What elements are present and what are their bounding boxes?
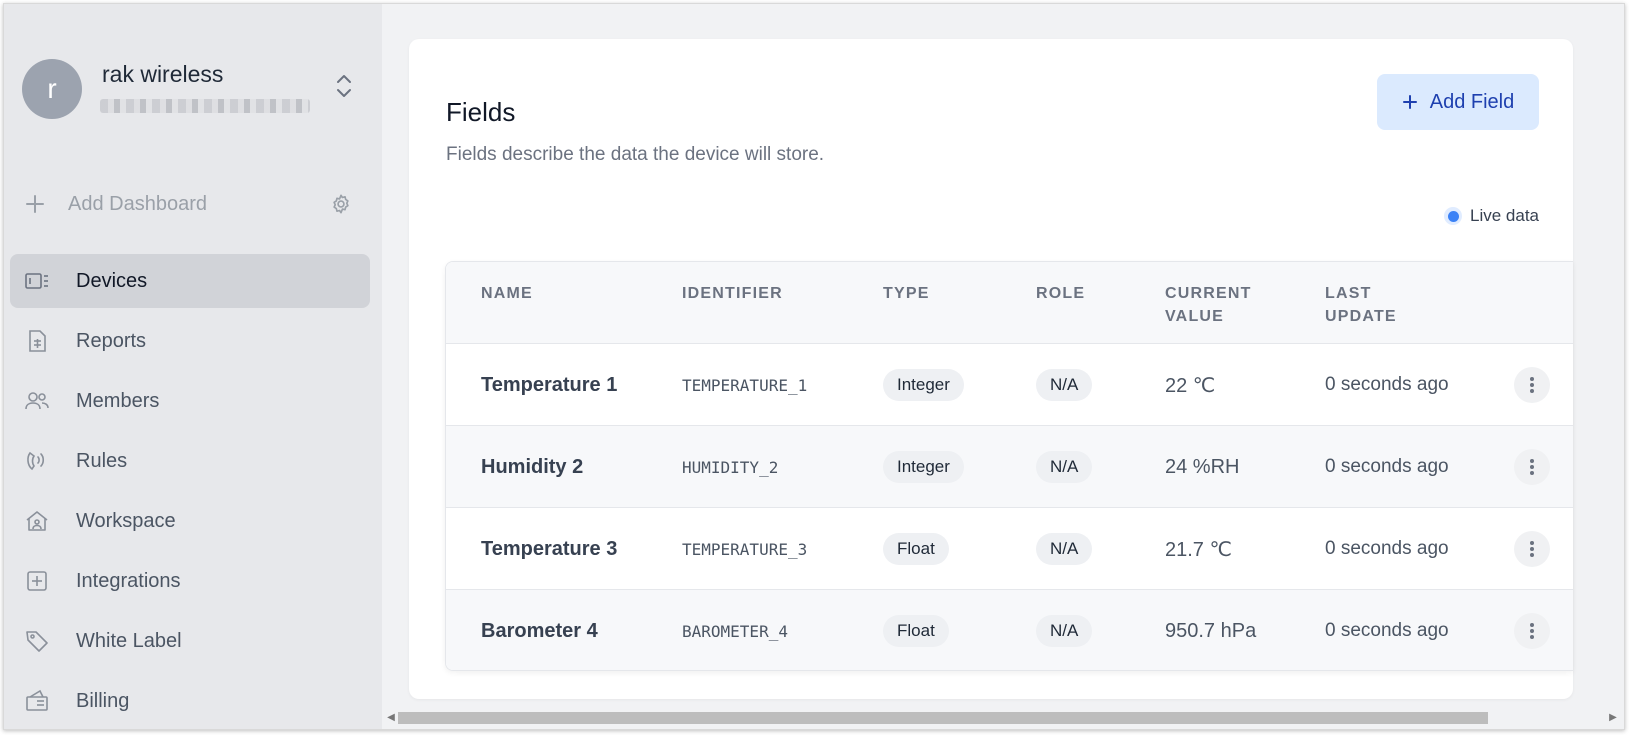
table-header: NAME IDENTIFIER TYPE ROLE CURRENT VALUE …: [446, 262, 1573, 344]
sidebar-item-white-label[interactable]: White Label: [10, 614, 370, 668]
table-row[interactable]: Temperature 1 TEMPERATURE_1 Integer N/A …: [446, 344, 1573, 426]
column-header-current-value[interactable]: CURRENT VALUE: [1165, 282, 1252, 328]
sidebar-item-rules[interactable]: Rules: [10, 434, 370, 488]
table-row[interactable]: Humidity 2 HUMIDITY_2 Integer N/A 24 %RH…: [446, 426, 1573, 508]
column-header-line: VALUE: [1165, 308, 1225, 325]
field-identifier: TEMPERATURE_1: [682, 375, 808, 395]
devices-icon: [25, 273, 48, 289]
column-header-line: CURRENT: [1165, 285, 1252, 302]
sidebar-item-label: Devices: [76, 269, 148, 292]
workspace-icon: [26, 511, 48, 531]
last-update: 0 seconds ago: [1325, 374, 1449, 395]
sidebar: r rak wireless Add Dashboard Devices Rep…: [4, 4, 382, 729]
sidebar-item-reports[interactable]: Reports: [10, 314, 370, 368]
sidebar-item-devices[interactable]: Devices: [10, 254, 370, 308]
column-header-line: LAST: [1325, 285, 1372, 302]
rules-icon: [27, 451, 45, 471]
current-value: 24 %RH: [1165, 455, 1240, 478]
field-name: Barometer 4: [481, 619, 598, 642]
field-identifier: TEMPERATURE_3: [682, 539, 808, 559]
role-badge: N/A: [1036, 615, 1093, 647]
plus-icon: [1402, 95, 1417, 109]
sidebar-item-label: Reports: [76, 329, 147, 352]
last-update: 0 seconds ago: [1325, 620, 1449, 641]
plus-icon: [26, 195, 44, 213]
sidebar-item-billing[interactable]: Billing: [10, 674, 370, 728]
scroll-right-icon[interactable]: ▶: [1608, 712, 1618, 724]
more-options-icon[interactable]: [1514, 613, 1550, 649]
chevron-up-down-icon[interactable]: [334, 71, 354, 101]
scrollbar-thumb[interactable]: [398, 712, 1488, 724]
org-switcher[interactable]: r rak wireless: [22, 57, 362, 123]
column-header-identifier[interactable]: IDENTIFIER: [682, 282, 783, 305]
column-header-type[interactable]: TYPE: [883, 282, 930, 305]
current-value: 950.7 hPa: [1165, 619, 1257, 642]
current-value: 22 ℃: [1165, 374, 1216, 397]
page-description: Fields describe the data the device will…: [446, 144, 825, 165]
table-row[interactable]: Barometer 4 BAROMETER_4 Float N/A 950.7 …: [446, 590, 1573, 670]
field-name: Humidity 2: [481, 455, 584, 478]
sidebar-item-label: Members: [76, 389, 160, 412]
column-header-line: UPDATE: [1325, 308, 1397, 325]
type-badge: Integer: [883, 451, 964, 483]
field-name: Temperature 1: [481, 373, 618, 396]
sidebar-nav: Devices Reports Members Rules Workspace …: [10, 254, 370, 729]
org-email-redacted: [100, 99, 310, 113]
more-options-icon[interactable]: [1514, 367, 1550, 403]
field-identifier: HUMIDITY_2: [682, 457, 779, 477]
type-badge: Float: [883, 615, 949, 647]
sidebar-item-workspace[interactable]: Workspace: [10, 494, 370, 548]
sidebar-item-integrations[interactable]: Integrations: [10, 554, 370, 608]
type-badge: Integer: [883, 369, 964, 401]
last-update: 0 seconds ago: [1325, 456, 1449, 477]
role-badge: N/A: [1036, 451, 1093, 483]
sidebar-item-label: Workspace: [76, 509, 176, 532]
type-badge: Float: [883, 533, 949, 565]
table-row[interactable]: Temperature 3 TEMPERATURE_3 Float N/A 21…: [446, 508, 1573, 590]
add-field-label: Add Field: [1429, 90, 1515, 113]
sidebar-item-label: Rules: [76, 449, 128, 472]
org-name: rak wireless: [102, 61, 224, 87]
column-header-name[interactable]: NAME: [481, 282, 533, 305]
column-header-last-update[interactable]: LAST UPDATE: [1325, 282, 1397, 328]
last-update: 0 seconds ago: [1325, 538, 1449, 559]
page-title: Fields: [446, 97, 516, 127]
horizontal-scrollbar[interactable]: ◀ ▶: [382, 707, 1624, 729]
add-dashboard-label: Add Dashboard: [68, 192, 207, 215]
role-badge: N/A: [1036, 533, 1093, 565]
sidebar-item-members[interactable]: Members: [10, 374, 370, 428]
sidebar-item-label: Billing: [76, 689, 130, 712]
add-field-button[interactable]: Add Field: [1377, 74, 1539, 130]
role-badge: N/A: [1036, 369, 1093, 401]
gear-icon[interactable]: [330, 193, 352, 215]
sidebar-item-label: Integrations: [76, 569, 181, 592]
tag-icon: [26, 631, 48, 652]
fields-table: NAME IDENTIFIER TYPE ROLE CURRENT VALUE …: [445, 261, 1573, 671]
sidebar-item-label: White Label: [76, 629, 182, 652]
billing-icon: [26, 689, 48, 711]
live-data-indicator[interactable]: Live data: [1444, 206, 1539, 226]
add-dashboard-row[interactable]: Add Dashboard: [24, 189, 362, 219]
scroll-left-icon[interactable]: ◀: [386, 712, 396, 724]
main-content: Fields Fields describe the data the devi…: [382, 4, 1624, 729]
app-window: r rak wireless Add Dashboard Devices Rep…: [3, 3, 1625, 730]
field-name: Temperature 3: [481, 537, 618, 560]
more-options-icon[interactable]: [1514, 449, 1550, 485]
reports-icon: [29, 330, 46, 352]
field-identifier: BAROMETER_4: [682, 621, 788, 641]
more-options-icon[interactable]: [1514, 531, 1550, 567]
integrations-icon: [27, 571, 47, 591]
avatar: r: [22, 59, 82, 119]
fields-card: Fields Fields describe the data the devi…: [409, 39, 1573, 699]
members-icon: [25, 392, 49, 410]
current-value: 21.7 ℃: [1165, 538, 1232, 561]
column-header-role[interactable]: ROLE: [1036, 282, 1085, 305]
live-data-label: Live data: [1470, 206, 1539, 225]
live-dot-icon: [1444, 207, 1462, 225]
